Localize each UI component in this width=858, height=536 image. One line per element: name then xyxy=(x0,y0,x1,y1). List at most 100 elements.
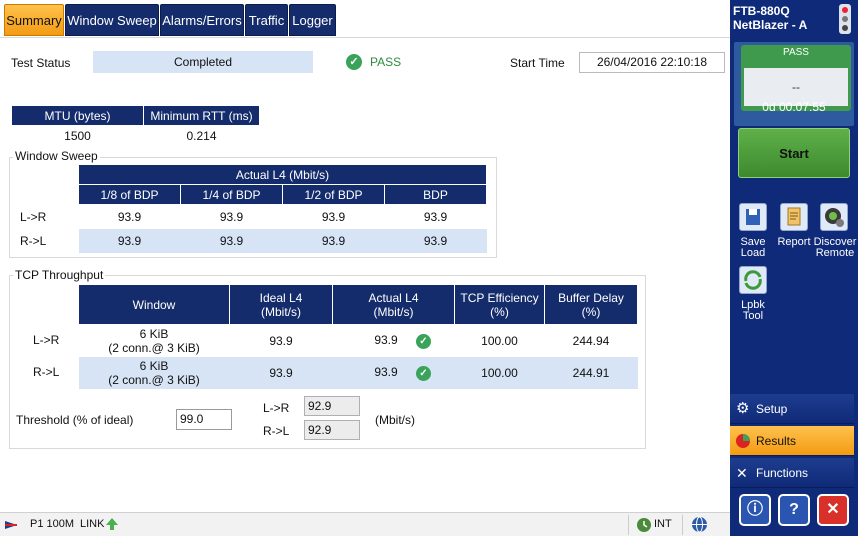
nav-functions-label: Functions xyxy=(756,466,809,480)
start-time-label: Start Time xyxy=(510,56,565,70)
tcp-col-buffer-delay: Buffer Delay (%) xyxy=(544,284,638,325)
tab-logger[interactable]: Logger xyxy=(289,4,336,36)
rtt-value: 0.214 xyxy=(186,128,217,143)
window-sweep-table: Actual L4 (Mbit/s) 1/8 of BDP 1/4 of BDP… xyxy=(78,164,487,253)
window-sweep-group-header: Actual L4 (Mbit/s) xyxy=(78,164,487,185)
traffic-light-icon xyxy=(839,4,851,34)
network-globe-icon[interactable] xyxy=(691,516,708,533)
help-button[interactable]: ? xyxy=(778,494,810,526)
table-cell: 93.9 xyxy=(269,365,293,380)
start-button[interactable]: Start xyxy=(738,128,850,178)
clock-source: INT xyxy=(654,518,672,530)
info-icon: ⓘ xyxy=(746,501,763,518)
tcp-col-actual: Actual L4 (Mbit/s) xyxy=(332,284,455,325)
table-cell: 6 KiB (2 conn.@ 3 KiB) xyxy=(108,358,200,387)
start-time-value: 26/04/2016 22:10:18 xyxy=(579,52,725,73)
save-load-label: Save Load xyxy=(740,236,766,259)
device-product: NetBlazer - A xyxy=(733,18,808,32)
table-cell: 93.9 ✓ xyxy=(333,325,455,357)
table-cell: 100.00 xyxy=(481,333,518,348)
window-sweep-col-4: BDP xyxy=(384,184,487,205)
port-icon xyxy=(5,521,17,529)
threshold-input[interactable]: 99.0 xyxy=(176,409,232,430)
save-load-icon[interactable] xyxy=(739,203,767,231)
pass-check-icon: ✓ xyxy=(416,365,431,381)
report-icon[interactable] xyxy=(780,203,808,231)
table-row: 6 KiB (2 conn.@ 3 KiB) 93.9 93.9 ✓ 100.00… xyxy=(79,325,638,357)
nav-functions[interactable]: ✕ Functions xyxy=(730,458,854,488)
window-sweep-col-2: 1/4 of BDP xyxy=(180,184,283,205)
pass-check-icon: ✓ xyxy=(346,54,362,70)
threshold-unit: (Mbit/s) xyxy=(375,413,415,427)
table-row: 6 KiB (2 conn.@ 3 KiB) 93.9 93.9 ✓ 100.00… xyxy=(78,356,638,389)
nav-results-label: Results xyxy=(756,434,797,448)
table-cell: 93.9 xyxy=(219,209,244,224)
mtu-header: MTU (bytes) xyxy=(11,105,144,126)
tab-alarms-errors[interactable]: Alarms/Errors xyxy=(160,4,244,36)
table-cell: 93.9 xyxy=(117,233,142,248)
loopback-tool-label: Lpbk Tool xyxy=(741,299,765,322)
test-status-value: Completed xyxy=(93,51,313,73)
close-button[interactable]: ✕ xyxy=(817,494,849,526)
table-cell: 93.9 xyxy=(269,333,293,348)
window-sweep-title: Window Sweep xyxy=(13,149,100,163)
gear-icon: ⚙ xyxy=(736,400,750,417)
tcp-col-window: Window xyxy=(78,284,230,325)
verdict-card: PASS -- 0d 00:07:55 xyxy=(734,42,854,126)
tcp-row-label-rl: R->L xyxy=(33,365,60,379)
test-status-label: Test Status xyxy=(11,56,71,70)
table-row: 93.9 93.9 93.9 93.9 xyxy=(78,228,487,253)
tcp-col-ideal: Ideal L4 (Mbit/s) xyxy=(229,284,333,325)
tab-traffic[interactable]: Traffic xyxy=(245,4,288,36)
tab-summary[interactable]: Summary xyxy=(4,4,64,36)
table-cell: 93.9 xyxy=(423,233,448,248)
actual-value: 93.9 xyxy=(374,332,398,347)
link-status: LINK xyxy=(80,518,105,530)
tcp-col-efficiency: TCP Efficiency (%) xyxy=(454,284,545,325)
rtt-header: Minimum RTT (ms) xyxy=(143,105,260,126)
table-cell: 93.9 xyxy=(423,209,448,224)
table-cell: 244.94 xyxy=(572,333,610,348)
threshold-lr-value: 92.9 xyxy=(304,396,360,416)
link-up-arrow-icon xyxy=(106,518,118,530)
mtu-value: 1500 xyxy=(64,128,91,143)
actual-value: 93.9 xyxy=(374,364,398,379)
nav-results[interactable]: Results xyxy=(730,426,854,456)
help-icon: ? xyxy=(789,501,799,518)
table-cell: 93.9 xyxy=(219,233,244,248)
verdict-text: PASS xyxy=(370,55,402,69)
threshold-lr-label: L->R xyxy=(263,401,290,415)
elapsed-timer: 0d 00:07:55 xyxy=(762,100,826,114)
tcp-row-label-lr: L->R xyxy=(33,333,60,347)
window-sweep-col-3: 1/2 of BDP xyxy=(282,184,385,205)
mtu-rtt-table: MTU (bytes) Minimum RTT (ms) 1500 0.214 xyxy=(11,105,260,146)
discover-remote-icon[interactable] xyxy=(820,203,848,231)
table-cell: 93.9 xyxy=(321,209,346,224)
nav-setup-label: Setup xyxy=(756,402,788,416)
threshold-rl-value: 92.9 xyxy=(304,420,360,440)
info-button[interactable]: ⓘ xyxy=(739,494,771,526)
pass-check-icon: ✓ xyxy=(416,333,431,349)
window-sweep-row-label-rl: R->L xyxy=(20,234,47,248)
discover-remote-label: Discover Remote xyxy=(813,236,857,259)
report-label: Report xyxy=(777,236,811,248)
tcp-throughput-title: TCP Throughput xyxy=(13,268,106,282)
table-cell: 93.9 xyxy=(117,209,142,224)
table-cell: 244.91 xyxy=(572,365,610,380)
loopback-tool-icon[interactable] xyxy=(739,266,767,294)
table-cell: 93.9 ✓ xyxy=(333,357,455,389)
table-row: 93.9 93.9 93.9 93.9 xyxy=(79,205,487,229)
tab-window-sweep[interactable]: Window Sweep xyxy=(65,4,159,36)
tcp-throughput-table: Window Ideal L4 (Mbit/s) Actual L4 (Mbit… xyxy=(78,284,638,389)
main-area: Summary Window Sweep Alarms/Errors Traff… xyxy=(0,0,730,536)
status-bar: P1 100M LINK INT xyxy=(0,512,730,536)
clock-sync-icon xyxy=(637,518,651,532)
threshold-rl-label: R->L xyxy=(263,424,290,438)
threshold-label: Threshold (% of ideal) xyxy=(16,413,134,427)
tab-bar: Summary Window Sweep Alarms/Errors Traff… xyxy=(0,0,730,38)
device-model: FTB-880Q xyxy=(733,4,790,18)
table-cell: 100.00 xyxy=(481,365,518,380)
right-panel: FTB-880Q NetBlazer - A PASS -- 0d 00:07:… xyxy=(730,0,858,536)
nav-setup[interactable]: ⚙ Setup xyxy=(730,394,854,424)
table-cell: 6 KiB (2 conn.@ 3 KiB) xyxy=(108,326,200,355)
